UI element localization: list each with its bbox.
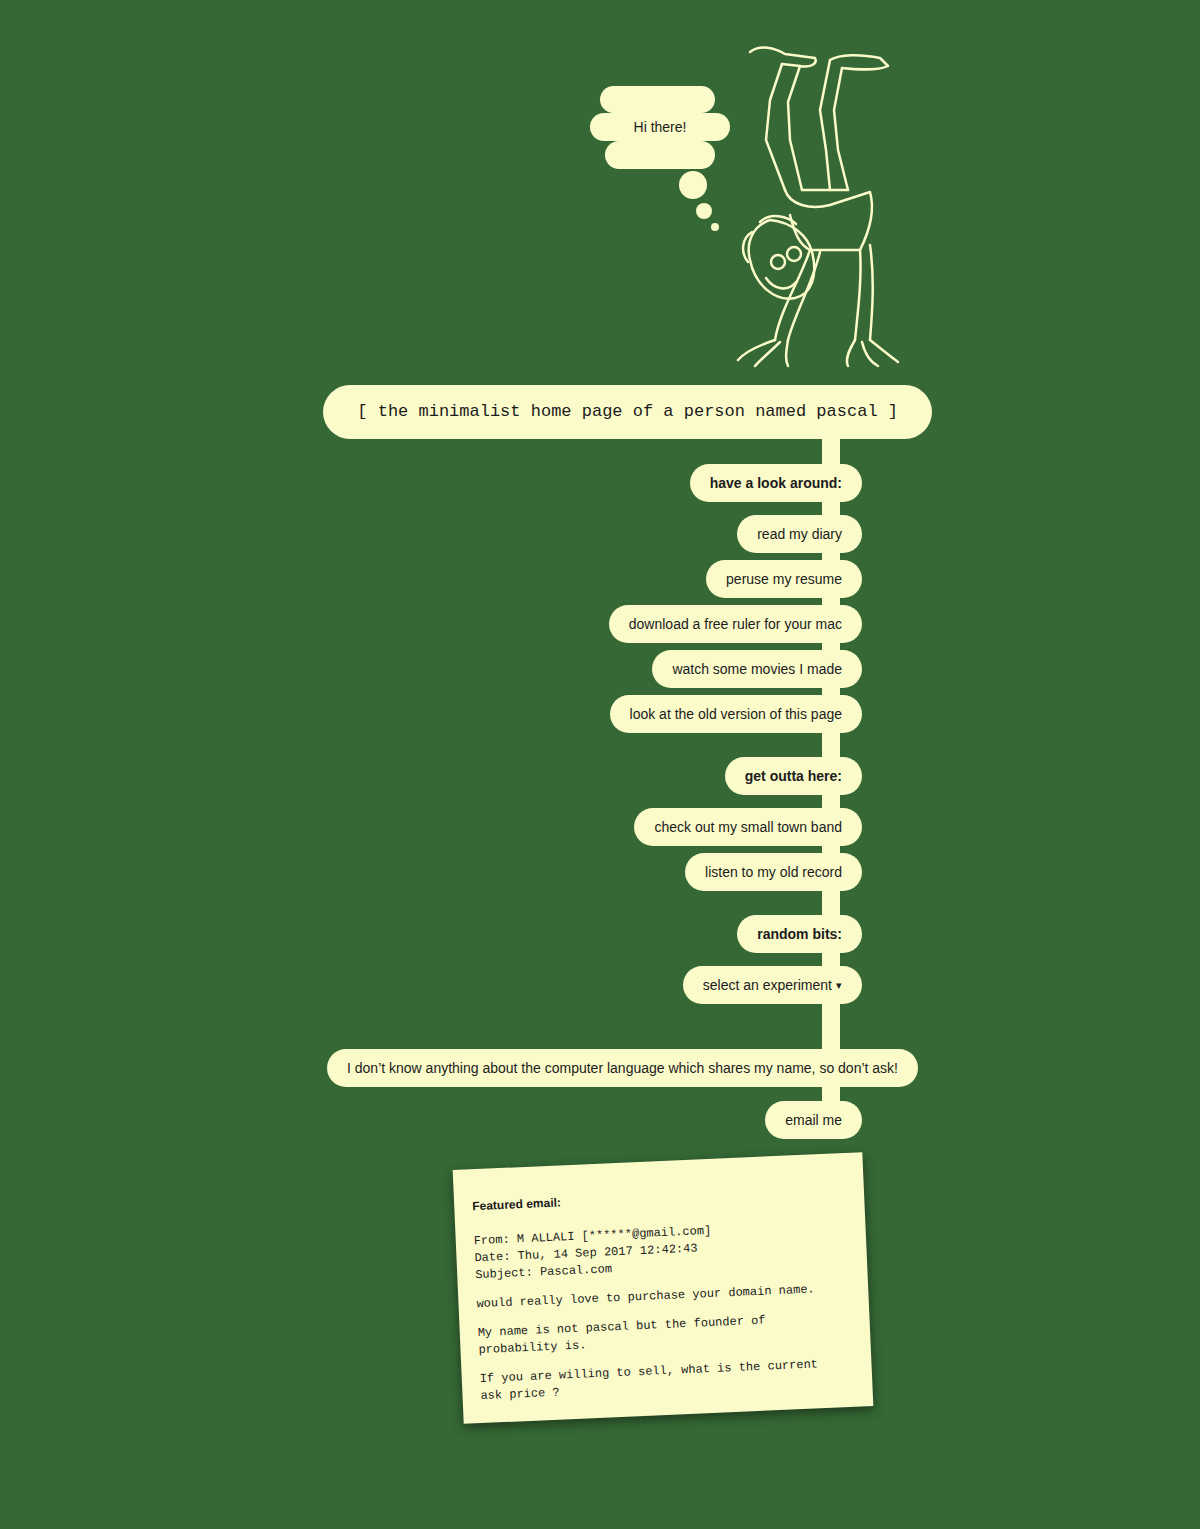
nav-link[interactable]: peruse my resume <box>706 560 862 598</box>
caret-icon: ▾ <box>836 975 842 995</box>
section-heading: random bits: <box>737 915 862 953</box>
header: Hi there! <box>0 0 1200 385</box>
email-body: From: M ALLALI [******@gmail.com]Date: T… <box>473 1218 830 1405</box>
greeting: Hi there! <box>590 113 730 141</box>
experiment-dropdown[interactable]: select an experiment▾ <box>683 966 862 1004</box>
nav-link[interactable]: listen to my old record <box>685 853 862 891</box>
page-title: [ the minimalist home page of a person n… <box>323 385 932 439</box>
featured-email-area: Featured email:From: M ALLALI [******@gm… <box>0 1139 1200 1455</box>
connector <box>0 1087 862 1101</box>
nav-link[interactable]: look at the old version of this page <box>610 695 862 733</box>
nav-link[interactable]: read my diary <box>737 515 862 553</box>
connector <box>0 846 862 853</box>
connector <box>0 953 862 966</box>
nav-link[interactable]: download a free ruler for your mac <box>609 605 862 643</box>
connector <box>0 439 862 464</box>
connector <box>0 688 862 695</box>
nav-link[interactable]: watch some movies I made <box>652 650 862 688</box>
featured-email-card: Featured email:From: M ALLALI [******@gm… <box>453 1152 874 1424</box>
note: I don’t know anything about the computer… <box>327 1049 918 1087</box>
page: Hi there! [ the minimalist home page of a… <box>0 0 1200 1529</box>
email-paragraph: If you are willing to sell, what is the … <box>479 1356 830 1405</box>
menu: [ the minimalist home page of a person n… <box>0 385 862 1139</box>
connector <box>0 1004 862 1049</box>
connector <box>0 795 862 808</box>
handstand-person-icon <box>730 40 905 370</box>
connector <box>0 733 862 757</box>
section-heading: get outta here: <box>725 757 862 795</box>
nav-link[interactable]: check out my small town band <box>634 808 862 846</box>
featured-email-heading: Featured email: <box>472 1181 846 1215</box>
email-paragraph: My name is not pascal but the founder of… <box>477 1310 828 1359</box>
connector <box>0 553 862 560</box>
connector <box>0 598 862 605</box>
connector <box>0 891 862 915</box>
thought-dots-icon <box>590 169 730 239</box>
connector <box>0 643 862 650</box>
email-paragraph: would really love to purchase your domai… <box>476 1281 826 1313</box>
section-heading: have a look around: <box>690 464 862 502</box>
connector <box>0 502 862 515</box>
email-link[interactable]: email me <box>765 1101 862 1139</box>
thought-bubble: Hi there! <box>590 40 730 239</box>
